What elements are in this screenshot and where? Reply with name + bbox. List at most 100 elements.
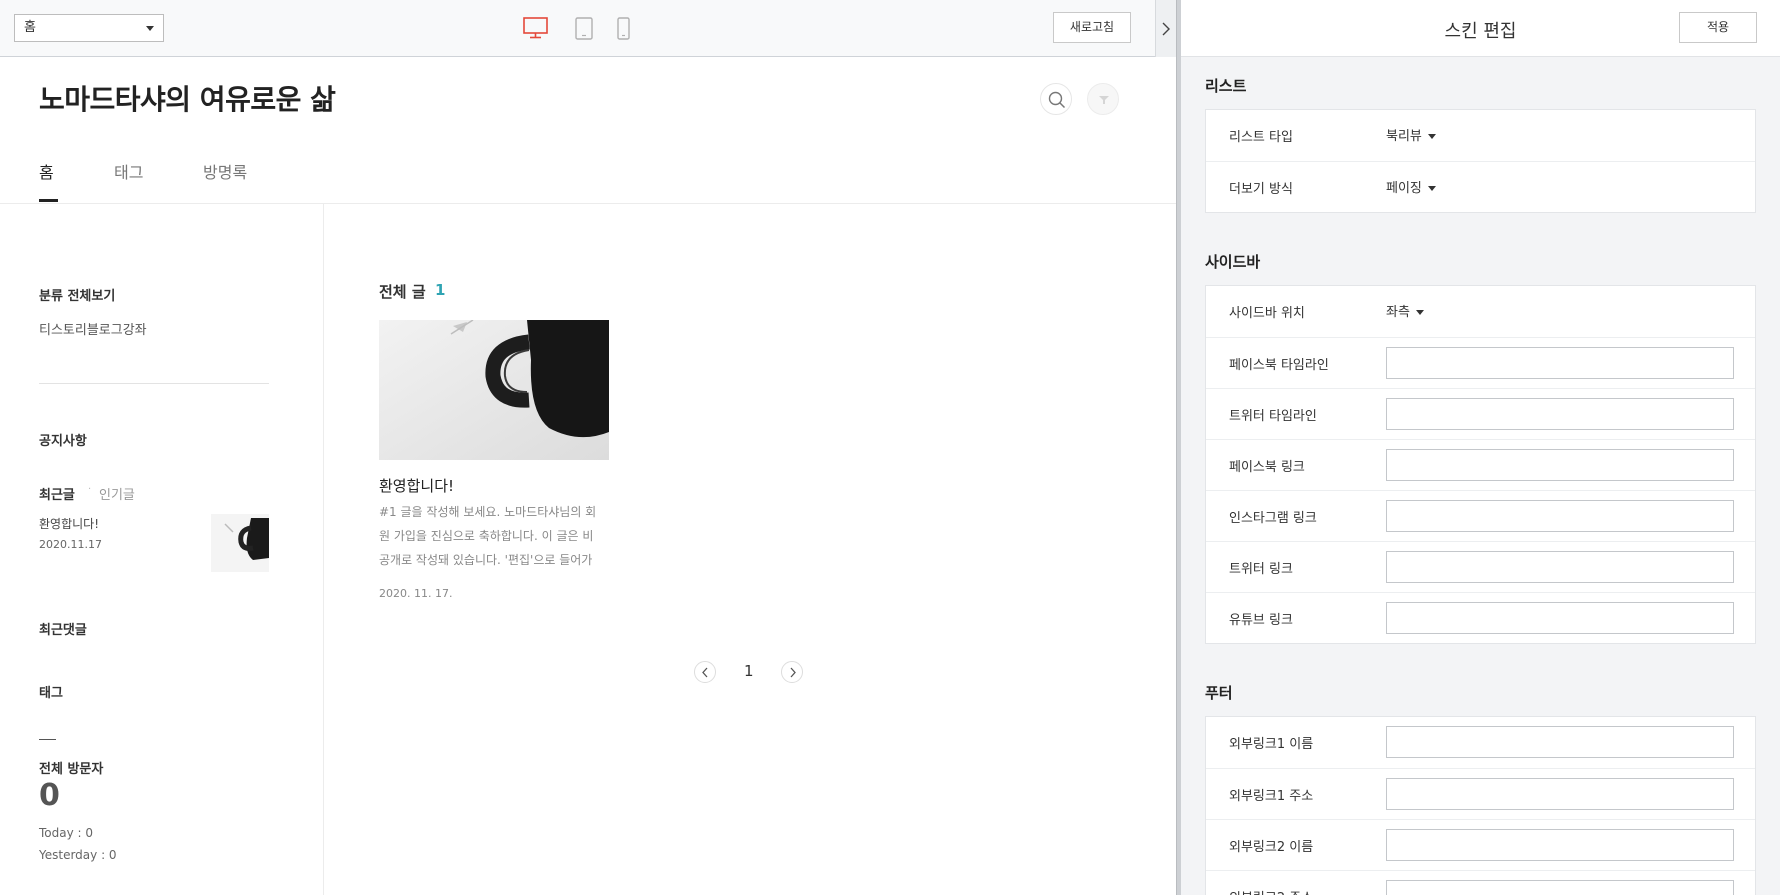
- setting-label: 페이스북 타임라인: [1229, 358, 1329, 373]
- setting-row: 인스타그램 링크: [1206, 490, 1755, 541]
- post-date: 2020. 11. 17.: [379, 587, 453, 600]
- visitors-yesterday: Yesterday : 0: [39, 848, 117, 862]
- recent-comments-title: 최근댓글: [39, 623, 87, 638]
- page-select[interactable]: 홈: [14, 14, 164, 42]
- tab-separator-dot: ·: [88, 484, 92, 495]
- sidebar-position-value: 좌측: [1386, 305, 1410, 320]
- setting-row: 외부링크1 주소: [1206, 768, 1755, 819]
- tab-home[interactable]: 홈: [39, 159, 54, 183]
- setting-label: 인스타그램 링크: [1229, 511, 1317, 526]
- chevron-right-icon: [1162, 22, 1170, 36]
- setting-label: 트위터 링크: [1229, 562, 1293, 577]
- tags-divider: [39, 739, 56, 740]
- setting-label: 유튜브 링크: [1229, 613, 1293, 628]
- page-select-value: 홈: [24, 20, 36, 35]
- active-tab-indicator: [39, 199, 58, 202]
- popular-posts-tab[interactable]: 인기글: [99, 484, 135, 503]
- setting-label: 페이스북 링크: [1229, 460, 1305, 475]
- filter-icon: [1099, 96, 1109, 104]
- page-number[interactable]: 1: [744, 662, 754, 680]
- external-link2-name-input[interactable]: [1386, 829, 1734, 861]
- visitors-title: 전체 방문자: [39, 762, 104, 777]
- section-title-sidebar: 사이드바: [1205, 253, 1261, 271]
- desktop-view-icon[interactable]: [523, 17, 548, 43]
- list-type-select[interactable]: 북리뷰: [1386, 125, 1436, 144]
- setting-label: 외부링크2 주소: [1229, 887, 1313, 895]
- external-link1-url-input[interactable]: [1386, 778, 1734, 810]
- sidebar-divider: [323, 204, 324, 895]
- visitors-count: 0: [39, 778, 60, 813]
- setting-label: 사이드바 위치: [1229, 306, 1305, 321]
- setting-row: 외부링크1 이름: [1206, 717, 1755, 768]
- setting-row: 사이드바 위치 좌측: [1206, 286, 1755, 337]
- setting-label: 외부링크2 이름: [1229, 840, 1314, 855]
- sidebar-separator: [39, 383, 269, 384]
- recent-post-title[interactable]: 환영합니다!: [39, 515, 99, 532]
- preview-toolbar: 홈 새로고침: [0, 0, 1176, 57]
- caret-down-icon: [1427, 134, 1436, 139]
- list-type-value: 북리뷰: [1386, 129, 1422, 144]
- tab-tag[interactable]: 태그: [114, 159, 143, 183]
- setting-label: 더보기 방식: [1229, 182, 1293, 197]
- prev-page-button[interactable]: [694, 661, 716, 683]
- notice-title: 공지사항: [39, 434, 87, 449]
- youtube-link-input[interactable]: [1386, 602, 1734, 634]
- setting-label: 외부링크1 이름: [1229, 737, 1314, 752]
- recent-posts-tab[interactable]: 최근글: [39, 484, 75, 503]
- external-link1-name-input[interactable]: [1386, 726, 1734, 758]
- setting-row: 리스트 타입 북리뷰: [1206, 110, 1755, 161]
- more-method-select[interactable]: 페이징: [1386, 177, 1436, 196]
- section-footer: 외부링크1 이름 외부링크1 주소 외부링크2 이름 외부링크2 주소: [1205, 716, 1756, 895]
- category-all-link[interactable]: 분류 전체보기: [39, 285, 115, 304]
- chevron-down-icon: [146, 26, 154, 31]
- section-sidebar: 사이드바 위치 좌측 페이스북 타임라인 트위터 타임라인 페이스북 링크 인스…: [1205, 285, 1756, 644]
- setting-row: 페이스북 타임라인: [1206, 337, 1755, 388]
- apply-button[interactable]: 적용: [1679, 12, 1757, 43]
- skin-editor-panel: 스킨 편집 적용 리스트 리스트 타입 북리뷰 더보기 방식 페이징 사이드바 …: [1181, 0, 1780, 895]
- setting-label: 트위터 타임라인: [1229, 409, 1317, 424]
- recent-post-thumbnail[interactable]: [211, 514, 269, 572]
- refresh-button[interactable]: 새로고침: [1053, 12, 1131, 43]
- setting-label: 외부링크1 주소: [1229, 789, 1314, 804]
- sidebar-position-select[interactable]: 좌측: [1386, 301, 1424, 320]
- facebook-link-input[interactable]: [1386, 449, 1734, 481]
- setting-label: 리스트 타입: [1229, 130, 1293, 145]
- section-title-list: 리스트: [1205, 77, 1247, 95]
- twitter-timeline-input[interactable]: [1386, 398, 1734, 430]
- caret-down-icon: [1415, 310, 1424, 315]
- setting-row: 더보기 방식 페이징: [1206, 161, 1755, 212]
- blog-title[interactable]: 노마드타샤의 여유로운 삶: [39, 78, 336, 118]
- blog-preview-pane: 홈 새로고침 노마드타샤의 여유로운 삶 홈 태그 방명록 분류 전체보기 티스…: [0, 0, 1176, 895]
- more-method-value: 페이징: [1386, 181, 1422, 196]
- visitors-today: Today : 0: [39, 826, 94, 840]
- setting-row: 페이스북 링크: [1206, 439, 1755, 490]
- setting-row: 트위터 타임라인: [1206, 388, 1755, 439]
- twitter-link-input[interactable]: [1386, 551, 1734, 583]
- tablet-view-icon[interactable]: [575, 17, 593, 44]
- mobile-view-icon[interactable]: [617, 17, 630, 44]
- all-posts-heading: 전체 글: [379, 283, 426, 301]
- chevron-left-icon: [702, 667, 708, 678]
- caret-down-icon: [1427, 186, 1436, 191]
- collapse-panel-button[interactable]: [1155, 0, 1176, 57]
- profile-button[interactable]: [1087, 83, 1119, 115]
- tab-guestbook[interactable]: 방명록: [203, 159, 247, 183]
- category-item[interactable]: 티스토리블로그강좌: [39, 319, 147, 338]
- setting-row: 외부링크2 이름: [1206, 819, 1755, 870]
- tags-title: 태그: [39, 686, 63, 701]
- search-icon: [1048, 91, 1066, 109]
- post-thumbnail[interactable]: [379, 320, 609, 460]
- header-divider: [0, 203, 1176, 204]
- setting-row: 외부링크2 주소: [1206, 870, 1755, 895]
- post-title[interactable]: 환영합니다!: [379, 475, 454, 496]
- external-link2-url-input[interactable]: [1386, 880, 1734, 895]
- section-title-footer: 푸터: [1205, 684, 1233, 702]
- instagram-link-input[interactable]: [1386, 500, 1734, 532]
- section-list: 리스트 타입 북리뷰 더보기 방식 페이징: [1205, 109, 1756, 213]
- search-button[interactable]: [1040, 83, 1072, 115]
- facebook-timeline-input[interactable]: [1386, 347, 1734, 379]
- chevron-right-icon: [790, 667, 796, 678]
- setting-row: 유튜브 링크: [1206, 592, 1755, 643]
- next-page-button[interactable]: [781, 661, 803, 683]
- all-posts-count: 1: [435, 281, 446, 299]
